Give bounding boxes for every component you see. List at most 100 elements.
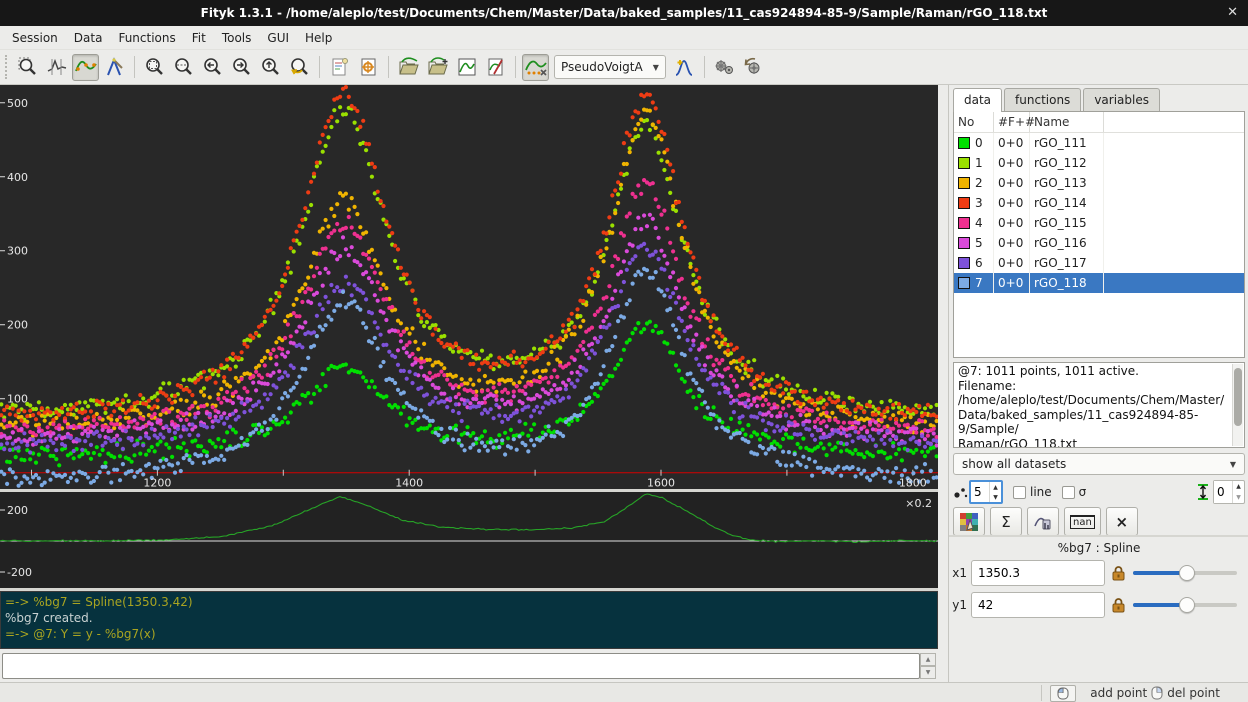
col-name: Name xyxy=(1030,112,1104,132)
sigma-checkbox[interactable] xyxy=(1062,486,1075,499)
dataset-row-rGO_117[interactable]: 60+0rGO_117 xyxy=(954,253,1244,273)
tab-functions[interactable]: functions xyxy=(1004,88,1081,112)
dataset-row-rGO_112[interactable]: 10+0rGO_112 xyxy=(954,153,1244,173)
command-input[interactable] xyxy=(2,653,920,679)
sum-datasets-button[interactable]: Σ xyxy=(990,507,1022,536)
dataset-row-rGO_115[interactable]: 40+0rGO_115 xyxy=(954,213,1244,233)
log-page-icon xyxy=(329,56,351,78)
open-folder-icon xyxy=(398,56,420,78)
color-swatch[interactable] xyxy=(958,157,970,169)
spin-down-icon[interactable]: ▼ xyxy=(1233,492,1244,503)
data-editor-button[interactable] xyxy=(482,54,509,81)
function-type-combo[interactable]: PseudoVoigtA ▼ xyxy=(554,55,666,79)
spin-up-icon[interactable]: ▲ xyxy=(990,482,1001,492)
title-bar[interactable]: Fityk 1.3.1 - /home/aleplo/test/Document… xyxy=(0,0,1248,26)
svg-text:500: 500 xyxy=(7,97,28,110)
baseline-mode-button[interactable] xyxy=(72,54,99,81)
color-swatch[interactable] xyxy=(958,137,970,149)
y1-slider-thumb[interactable] xyxy=(1179,597,1195,613)
y-shift-icon xyxy=(1197,483,1209,501)
tab-data[interactable]: data xyxy=(953,88,1002,112)
sigma-sum-icon: Σ xyxy=(1001,513,1010,531)
dataset-table[interactable]: No #F+# Name 00+0rGO_11110+0rGO_11220+0r… xyxy=(953,111,1245,358)
strip-background-button[interactable] xyxy=(522,54,549,81)
zoom-right-button[interactable] xyxy=(228,54,255,81)
point-size-icon xyxy=(953,484,969,500)
panel-splitter[interactable] xyxy=(949,535,1248,537)
toolbar-grip[interactable] xyxy=(5,55,10,79)
y1-slider[interactable] xyxy=(1133,597,1237,613)
dataset-row-rGO_114[interactable]: 30+0rGO_114 xyxy=(954,193,1244,213)
y1-input[interactable] xyxy=(971,592,1105,618)
color-swatch[interactable] xyxy=(958,237,970,249)
menu-session[interactable]: Session xyxy=(4,27,66,49)
tab-variables[interactable]: variables xyxy=(1083,88,1160,112)
main-plot[interactable]: 1002003004005001200140016001800 xyxy=(0,85,938,489)
zoom-mode-button[interactable] xyxy=(14,54,41,81)
lock-icon[interactable] xyxy=(1111,597,1126,613)
point-size-spinner[interactable]: ▲▼ xyxy=(969,480,1003,504)
delete-dataset-button[interactable]: × xyxy=(1106,507,1138,536)
zoom-right-icon xyxy=(231,56,253,78)
line-checkbox[interactable] xyxy=(1013,486,1026,499)
menu-data[interactable]: Data xyxy=(66,27,111,49)
menu-functions[interactable]: Functions xyxy=(110,27,183,49)
open-data-button[interactable] xyxy=(395,54,422,81)
menu-tools[interactable]: Tools xyxy=(214,27,260,49)
session-log-button[interactable] xyxy=(326,54,353,81)
menu-fit[interactable]: Fit xyxy=(184,27,214,49)
close-icon[interactable]: ✕ xyxy=(1227,5,1238,20)
menu-bar: SessionDataFunctionsFitToolsGUIHelp xyxy=(0,26,1248,50)
undo-fit-button[interactable] xyxy=(740,54,767,81)
color-swatch[interactable] xyxy=(958,277,970,289)
info-scrollbar[interactable] xyxy=(1232,364,1243,446)
series-rGO_117 xyxy=(0,242,938,455)
color-swatch[interactable] xyxy=(958,217,970,229)
auxiliary-plot[interactable]: 200-200×0.2 xyxy=(0,492,938,588)
color-swatch[interactable] xyxy=(958,197,970,209)
line-checkbox-label: line xyxy=(1030,485,1052,499)
dataset-colors-button[interactable] xyxy=(953,507,985,536)
y-shift-value[interactable] xyxy=(1214,481,1232,503)
menu-gui[interactable]: GUI xyxy=(259,27,297,49)
auto-add-peak-button[interactable] xyxy=(671,54,698,81)
svg-text:300: 300 xyxy=(7,245,28,258)
data-range-mode-button[interactable] xyxy=(43,54,70,81)
run-script-button[interactable] xyxy=(355,54,382,81)
dataset-filter-combo[interactable]: show all datasets ▼ xyxy=(953,453,1245,475)
zoom-left-button[interactable] xyxy=(199,54,226,81)
vertical-splitter[interactable] xyxy=(938,85,948,682)
zoom-undo-button[interactable] xyxy=(286,54,313,81)
dataset-row-rGO_111[interactable]: 00+0rGO_111 xyxy=(954,133,1244,153)
color-swatch[interactable] xyxy=(958,177,970,189)
history-up-icon[interactable]: ▲ xyxy=(920,653,936,666)
export-plot-button[interactable] xyxy=(453,54,480,81)
history-down-icon[interactable]: ▼ xyxy=(920,666,936,679)
zoom-all-button[interactable] xyxy=(141,54,168,81)
x1-slider[interactable] xyxy=(1133,565,1237,581)
remove-nan-button[interactable]: nan xyxy=(1064,507,1101,536)
command-history-spin[interactable]: ▲ ▼ xyxy=(920,653,936,679)
menu-help[interactable]: Help xyxy=(297,27,340,49)
transform-data-button[interactable] xyxy=(1027,507,1059,536)
open-data-custom-button[interactable] xyxy=(424,54,451,81)
spin-up-icon[interactable]: ▲ xyxy=(1233,481,1244,492)
dataset-row-rGO_113[interactable]: 20+0rGO_113 xyxy=(954,173,1244,193)
color-swatch[interactable] xyxy=(958,257,970,269)
zoom-horizontal-button[interactable] xyxy=(170,54,197,81)
mouse-hint-button[interactable] xyxy=(1050,685,1076,702)
dataset-row-rGO_118[interactable]: 70+0rGO_118 xyxy=(954,273,1244,293)
point-size-value[interactable] xyxy=(971,482,989,502)
x1-input[interactable] xyxy=(971,560,1105,586)
svg-text:1600: 1600 xyxy=(647,477,675,489)
data-range-icon xyxy=(46,56,68,78)
x1-slider-thumb[interactable] xyxy=(1179,565,1195,581)
lock-icon[interactable] xyxy=(1111,565,1126,581)
y-shift-spinner[interactable]: ▲▼ xyxy=(1213,480,1245,504)
spin-down-icon[interactable]: ▼ xyxy=(990,492,1001,502)
dataset-row-rGO_116[interactable]: 50+0rGO_116 xyxy=(954,233,1244,253)
add-peak-mode-button[interactable] xyxy=(101,54,128,81)
run-fit-button[interactable] xyxy=(711,54,738,81)
zoom-up-button[interactable] xyxy=(257,54,284,81)
info-line: Filename: /home/aleplo/test/Documents/Ch… xyxy=(958,379,1230,408)
